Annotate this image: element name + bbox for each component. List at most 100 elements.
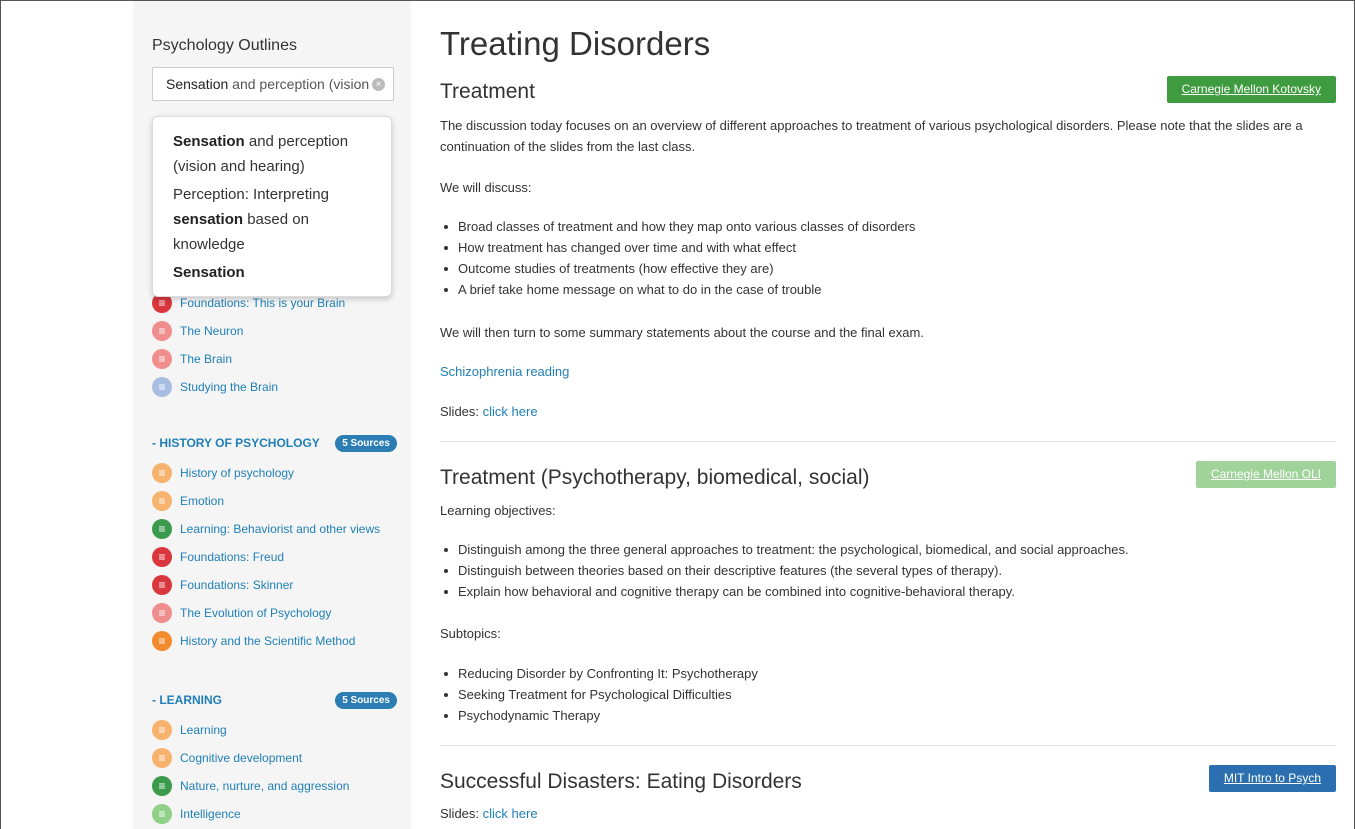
list-item: A brief take home message on what to do … [440, 279, 915, 300]
outline-link[interactable]: Emotion [180, 494, 224, 508]
search-value-rest: and perception (vision a [228, 76, 381, 92]
slides-label: Slides: [440, 806, 483, 821]
outline-link[interactable]: Foundations: Freud [180, 550, 284, 564]
outline-list-icon [152, 547, 172, 567]
list-item: Distinguish among the three general appr… [440, 539, 1129, 560]
list-item[interactable]: Foundations: Skinner [152, 571, 397, 599]
search-input[interactable]: Sensation and perception (vision a × [152, 67, 394, 101]
discuss-label: We will discuss: [440, 180, 532, 195]
list-item[interactable]: Nature, nurture, and aggression [152, 772, 397, 800]
slides-label: Slides: [440, 404, 483, 419]
page-title: Treating Disorders [440, 25, 711, 62]
suggestion-match: Sensation [173, 133, 245, 150]
list-item[interactable]: The Brain [152, 345, 397, 373]
section-heading: Treatment (Psychotherapy, biomedical, so… [440, 466, 870, 489]
outline-link[interactable]: History and the Scientific Method [180, 634, 355, 648]
outline-list-icon [152, 377, 172, 397]
outline-list-icon [152, 776, 172, 796]
outline-link[interactable]: Learning: Behaviorist and other views [180, 522, 380, 536]
list-item[interactable]: The Evolution of Psychology [152, 599, 397, 627]
section-title[interactable]: - LEARNING [152, 693, 222, 707]
outline-group-brain: Foundations: This is your Brain The Neur… [152, 289, 397, 401]
sidebar-title: Psychology Outlines [152, 37, 297, 54]
source-button[interactable]: MIT Intro to Psych [1208, 765, 1336, 792]
outline-link[interactable]: Learning [180, 723, 227, 737]
outline-list-icon [152, 491, 172, 511]
list-item: Outcome studies of treatments (how effec… [440, 258, 915, 279]
subtopics-label: Subtopics: [440, 626, 501, 641]
list-item: Reducing Disorder by Confronting It: Psy… [440, 663, 758, 684]
list-item: How treatment has changed over time and … [440, 237, 915, 258]
list-item[interactable]: History of psychology [152, 459, 397, 487]
list-item: Psychodynamic Therapy [440, 705, 758, 726]
list-item: Seeking Treatment for Psychological Diff… [440, 684, 758, 705]
sidebar: Psychology Outlines Sensation and percep… [133, 1, 411, 829]
search-value-bold: Sensation [166, 76, 229, 92]
sources-badge: 5 Sources [335, 434, 397, 452]
list-item[interactable]: The Neuron [152, 317, 397, 345]
outline-link[interactable]: Cognitive development [180, 751, 302, 765]
list-item[interactable]: Intelligence [152, 800, 397, 828]
sources-badge: 5 Sources [335, 691, 397, 709]
outline-link[interactable]: Foundations: Skinner [180, 578, 293, 592]
list-item[interactable]: Emotion [152, 487, 397, 515]
source-button[interactable]: Carnegie Mellon Kotovsky [1166, 76, 1336, 103]
outline-link[interactable]: Studying the Brain [180, 380, 278, 394]
outline-link[interactable]: Intelligence [180, 807, 241, 821]
source-button[interactable]: Carnegie Mellon OLI [1195, 461, 1336, 488]
list-item: Broad classes of treatment and how they … [440, 216, 915, 237]
outline-group-history: - HISTORY OF PSYCHOLOGY 5 Sources Histor… [152, 433, 397, 655]
suggestion-match: sensation [173, 211, 244, 228]
outline-list-icon [152, 748, 172, 768]
list-item[interactable]: Studying the Brain [152, 373, 397, 401]
list-item[interactable]: History and the Scientific Method [152, 627, 397, 655]
section-intro: The discussion today focuses on an overv… [440, 118, 1303, 154]
search-suggestions: Sensation and perception (vision and hea… [152, 116, 392, 297]
list-item: Explain how behavioral and cognitive the… [440, 581, 1129, 602]
list-item[interactable]: Learning: Behaviorist and other views [152, 515, 397, 543]
objectives-label: Learning objectives: [440, 503, 556, 518]
slides-row: Slides: click here [440, 803, 1336, 824]
outline-link[interactable]: History of psychology [180, 466, 294, 480]
outline-list-icon [152, 631, 172, 651]
outline-list-icon [152, 720, 172, 740]
list-item: Distinguish between theories based on th… [440, 560, 1129, 581]
outline-group-learning: - LEARNING 5 Sources Learning Cognitive … [152, 690, 397, 828]
slides-link[interactable]: click here [483, 806, 538, 821]
clear-search-icon[interactable]: × [372, 78, 385, 91]
suggestion-text: Perception: Interpreting [173, 186, 329, 203]
slides-link[interactable]: click here [483, 404, 538, 419]
outline-list-icon [152, 349, 172, 369]
outline-list-icon [152, 519, 172, 539]
suggestion-match: Sensation [173, 264, 245, 281]
list-item[interactable]: Cognitive development [152, 744, 397, 772]
outline-list-icon [152, 603, 172, 623]
outline-link[interactable]: The Brain [180, 352, 232, 366]
section-title[interactable]: - HISTORY OF PSYCHOLOGY [152, 436, 320, 450]
suggestion-item[interactable]: Sensation and perception (vision and hea… [173, 129, 371, 179]
subtopics-list: Reducing Disorder by Confronting It: Psy… [440, 663, 758, 726]
outline-list-icon [152, 321, 172, 341]
suggestion-item[interactable]: Sensation [173, 260, 371, 285]
outline-list-icon [152, 463, 172, 483]
list-item[interactable]: Foundations: Freud [152, 543, 397, 571]
section-heading: Successful Disasters: Eating Disorders [440, 770, 802, 793]
outline-list-icon [152, 804, 172, 824]
outline-link[interactable]: The Evolution of Psychology [180, 606, 331, 620]
topic-list: Broad classes of treatment and how they … [440, 216, 915, 300]
outline-link[interactable]: The Neuron [180, 324, 243, 338]
divider [440, 441, 1336, 442]
objectives-list: Distinguish among the three general appr… [440, 539, 1129, 602]
summary-text: We will then turn to some summary statem… [440, 325, 924, 340]
list-item[interactable]: Learning [152, 716, 397, 744]
reading-link[interactable]: Schizophrenia reading [440, 361, 1336, 382]
slides-row: Slides: click here [440, 401, 1336, 422]
section-header[interactable]: - LEARNING 5 Sources [152, 690, 397, 710]
section-header[interactable]: - HISTORY OF PSYCHOLOGY 5 Sources [152, 433, 397, 453]
divider [440, 745, 1336, 746]
outline-link[interactable]: Nature, nurture, and aggression [180, 779, 349, 793]
outline-link[interactable]: Foundations: This is your Brain [180, 296, 345, 310]
outline-list-icon [152, 575, 172, 595]
suggestion-item[interactable]: Perception: Interpreting sensation based… [173, 182, 371, 257]
section-heading: Treatment [440, 80, 535, 103]
